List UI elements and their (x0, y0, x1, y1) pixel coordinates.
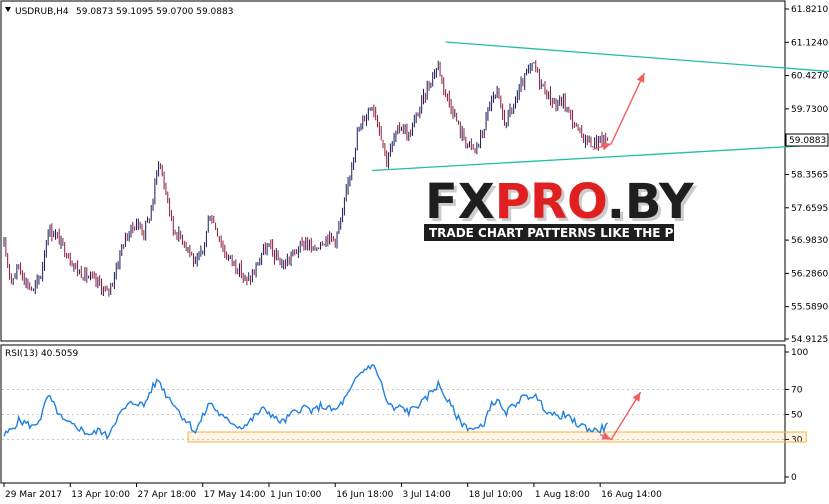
watermark-tagline: TRADE CHART PATTERNS LIKE THE PROS (429, 226, 702, 240)
symbol-header: USDRUB,H4 (15, 7, 69, 17)
rsi-arrow-line-head (632, 392, 641, 402)
current-price-label: 59.0883 (789, 136, 826, 146)
rsi-line (3, 364, 609, 441)
time-tick-label: 17 May 14:00 (204, 490, 266, 500)
watermark-brand-pro: PRO (495, 174, 607, 230)
price-tick-label: 60.4270 (791, 72, 828, 82)
price-tick-label: 61.8210 (791, 5, 828, 15)
price-tick-label: 56.2860 (791, 269, 828, 279)
time-tick-label: 16 Aug 14:00 (601, 490, 662, 500)
price-arrow-line-tip (601, 142, 612, 151)
price-tick-label: 58.3565 (791, 170, 828, 180)
time-tick-label: 1 Jun 10:00 (270, 490, 322, 500)
price-tick-label: 57.6595 (791, 204, 828, 214)
price-tick-label: 54.9125 (791, 335, 828, 345)
time-axis: 29 Mar 2017 13 Apr 10:00 27 Apr 18:00 17 Ma… (3, 483, 662, 500)
dropdown-triangle-icon[interactable] (5, 7, 11, 12)
rsi-panel: RSI(13) 40.5059 1007050300 (0, 344, 808, 484)
ohlc-header: 59.0873 59.1095 59.0700 59.0883 (76, 7, 233, 17)
current-price-marker: 59.0883 (785, 133, 829, 147)
rsi-header: RSI(13) 40.5059 (5, 349, 78, 359)
chart-canvas: USDRUB,H4 59.0873 59.1095 59.0700 59.088… (0, 0, 829, 500)
rsi-tick-label: 100 (791, 348, 808, 358)
time-tick-label: 1 Aug 18:00 (535, 490, 590, 500)
watermark: FXPRO.BY FXPRO.BY TRADE CHART PATTERNS L… (424, 174, 702, 241)
price-tick-label: 59.7300 (791, 105, 828, 115)
rsi-axis: 1007050300 (785, 348, 808, 483)
rsi-series (3, 364, 609, 441)
price-tick-label: 61.1240 (791, 38, 828, 48)
triangle-trendline (445, 41, 829, 73)
time-tick-label: 18 Jul 10:00 (469, 490, 523, 500)
rsi-zone-rect (187, 431, 807, 443)
rsi-tick-label: 70 (791, 386, 803, 396)
time-tick-label: 27 Apr 18:00 (137, 490, 196, 500)
time-tick-label: 29 Mar 2017 (5, 490, 62, 500)
price-tick-label: 55.5890 (791, 303, 828, 313)
rsi-tick-label: 0 (791, 473, 797, 483)
time-tick-label: 13 Apr 10:00 (71, 490, 130, 500)
time-tick-label: 16 Jun 18:00 (336, 490, 393, 500)
rsi-tick-label: 50 (791, 411, 803, 421)
watermark-brand-fx: FX (425, 174, 495, 230)
price-panel-border (0, 0, 786, 342)
price-tick-label: 56.9830 (791, 236, 828, 246)
price-axis: 61.8210 61.1240 60.4270 59.7300 58.3565 57.65… (785, 5, 828, 345)
time-tick-label: 3 Jul 14:00 (402, 490, 451, 500)
trendlines (371, 41, 829, 172)
rsi-support-zone (187, 431, 807, 443)
watermark-logo-text: FXPRO.BY (425, 174, 695, 230)
price-panel: USDRUB,H4 59.0873 59.1095 59.0700 59.088… (0, 0, 829, 345)
watermark-brand-by: .BY (607, 174, 695, 230)
